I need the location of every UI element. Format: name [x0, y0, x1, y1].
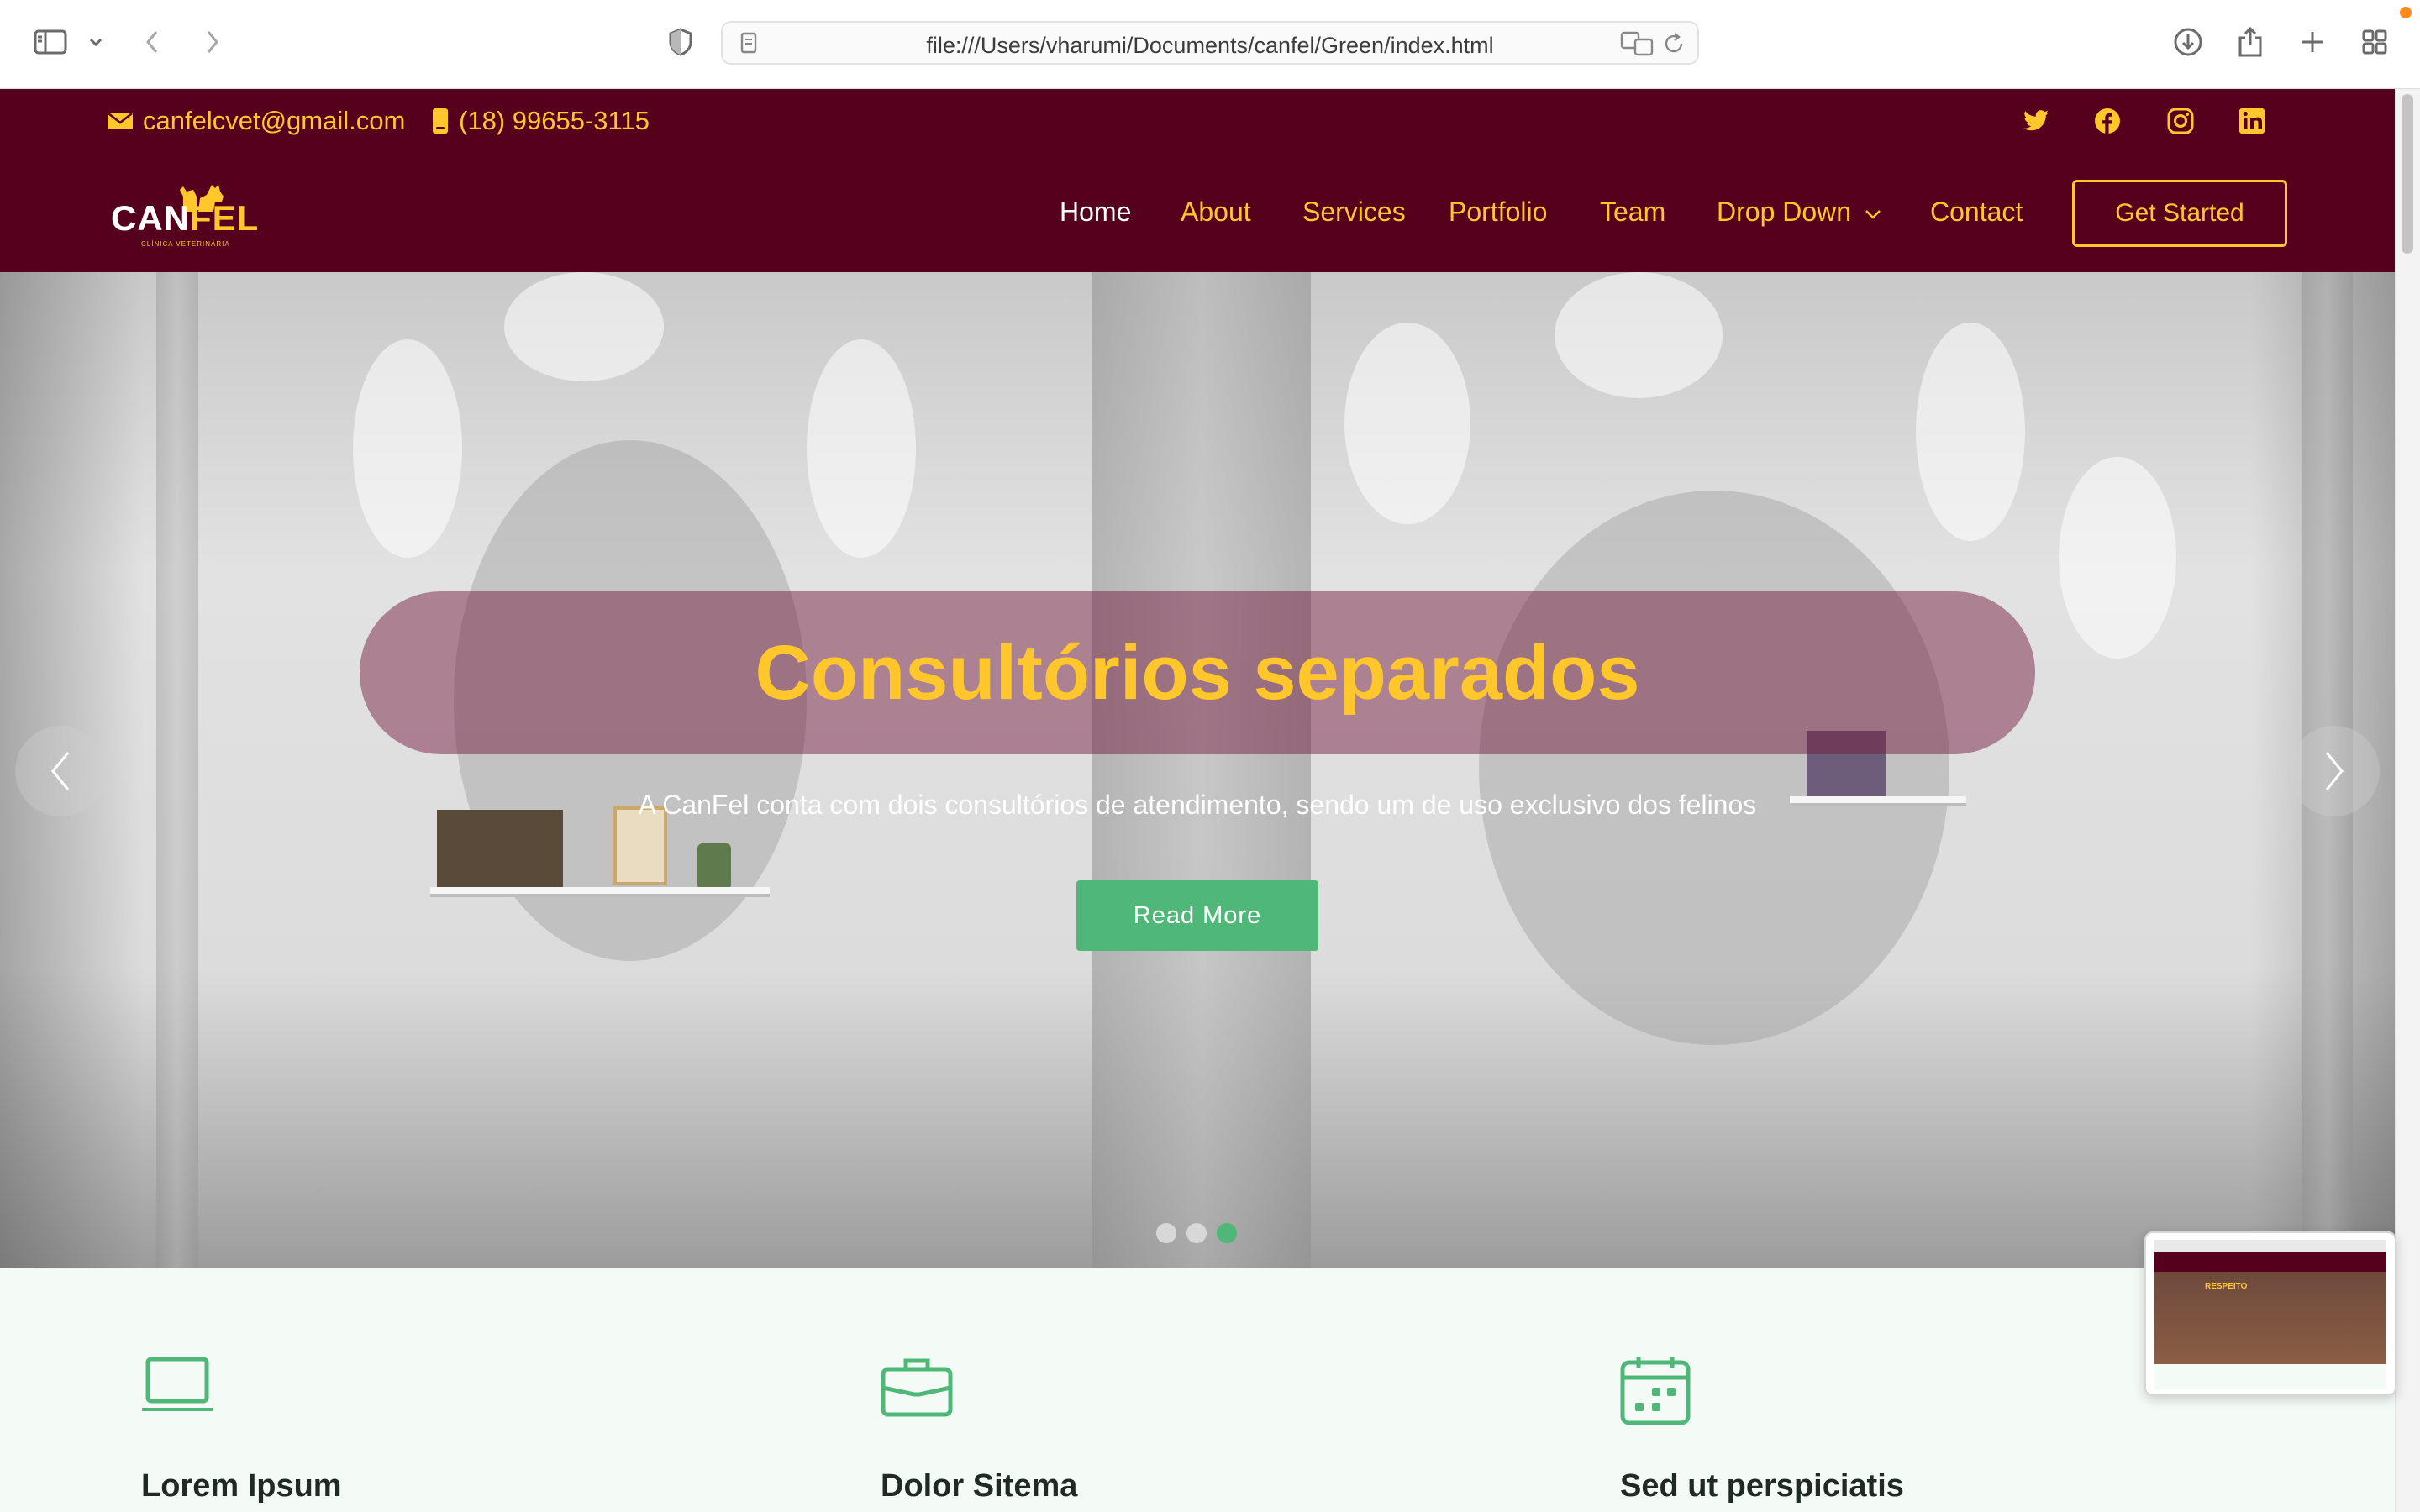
paw-print-decor [1344, 323, 1470, 524]
translate-icon[interactable] [1620, 31, 1654, 60]
tab-overview-icon[interactable] [2356, 24, 2393, 60]
logo-can: CAN [111, 198, 190, 238]
carousel-indicators [1156, 1223, 1237, 1243]
thumbnail-hero [2154, 1272, 2386, 1364]
get-started-button[interactable]: Get Started [2072, 180, 2287, 247]
carousel-dot[interactable] [1156, 1223, 1176, 1243]
chevron-left-icon [51, 752, 70, 790]
paw-print-decor [1555, 272, 1723, 398]
forward-icon[interactable] [193, 24, 230, 60]
nav-team[interactable]: Team [1600, 197, 1665, 228]
chevron-down-icon [1865, 209, 1881, 219]
site-logo[interactable]: CANFEL CLÍNICA VETERINÁRIA [108, 180, 258, 252]
new-tab-icon[interactable] [2294, 24, 2331, 60]
hero-books [437, 810, 563, 887]
topbar-email[interactable]: canfelcvet@gmail.com [108, 106, 405, 136]
nav-dropdown[interactable]: Drop Down [1717, 197, 1882, 228]
hero-description: A CanFel conta com dois consultórios de … [638, 790, 1757, 820]
carousel-prev-button[interactable] [15, 726, 106, 816]
logo-fel: FEL [190, 198, 260, 238]
hero-carousel: Consultórios separados A CanFel conta co… [0, 272, 2395, 1268]
carousel-dot-active[interactable] [1217, 1223, 1237, 1243]
carousel-dot[interactable] [1186, 1223, 1207, 1243]
logo-subtitle: CLÍNICA VETERINÁRIA [141, 240, 230, 248]
topbar-phone[interactable]: (18) 99655-3115 [432, 106, 650, 136]
features-section: Lorem Ipsum Dolor Sitema Sed ut perspici… [0, 1268, 2395, 1512]
hero-wall-edge [156, 272, 198, 1268]
reload-icon[interactable] [1662, 31, 1686, 60]
hero-door-frame [1092, 272, 1311, 1268]
chevron-right-icon [2325, 752, 2344, 790]
nav-contact[interactable]: Contact [1930, 197, 2023, 228]
paw-print-decor [1916, 323, 2025, 541]
paw-print-decor [504, 272, 664, 381]
thumbnail-footer [2154, 1364, 2386, 1389]
feature-title: Dolor Sitema [881, 1468, 1078, 1504]
nav-services[interactable]: Services [1302, 197, 1406, 228]
email-text: canfelcvet@gmail.com [143, 106, 406, 135]
phone-text: (18) 99655-3115 [459, 106, 650, 135]
carousel-next-button[interactable] [2289, 726, 2380, 816]
nav-about[interactable]: About [1181, 197, 1251, 228]
instagram-icon[interactable] [2165, 106, 2196, 136]
phone-icon [433, 108, 448, 134]
url-text: file:///Users/vharumi/Documents/canfel/G… [926, 33, 1494, 58]
browser-toolbar: file:///Users/vharumi/Documents/canfel/G… [0, 0, 2420, 89]
address-bar[interactable]: file:///Users/vharumi/Documents/canfel/G… [721, 21, 1699, 65]
envelope-icon [108, 113, 133, 129]
downloads-icon[interactable] [2170, 24, 2207, 60]
paw-print-decor [2059, 457, 2176, 659]
page-scrollbar[interactable] [2395, 89, 2420, 1512]
thumbnail-header [2154, 1252, 2386, 1272]
nav-portfolio[interactable]: Portfolio [1449, 197, 1547, 228]
twitter-icon[interactable] [2021, 106, 2051, 136]
paw-print-decor [353, 339, 462, 558]
thumbnail-caption: RESPEITO [2205, 1282, 2248, 1291]
facebook-icon[interactable] [2092, 106, 2123, 136]
read-more-button[interactable]: Read More [1076, 880, 1318, 951]
briefcase-icon [881, 1358, 953, 1417]
share-icon[interactable] [2232, 24, 2269, 60]
feature-title: Lorem Ipsum [141, 1468, 342, 1504]
scrollbar-thumb[interactable] [2402, 94, 2413, 254]
screenshot-thumbnail[interactable]: RESPEITO [2144, 1231, 2396, 1396]
hero-title: Consultórios separados [755, 629, 1640, 716]
calendar-icon [1620, 1357, 1691, 1425]
linkedin-icon[interactable] [2237, 106, 2267, 136]
hero-caption-pill: Consultórios separados [360, 591, 2035, 754]
sidebar-toggle-icon[interactable] [32, 24, 69, 60]
logo-wordmark: CANFEL [111, 198, 259, 239]
back-icon[interactable] [134, 24, 171, 60]
nav-dropdown-label: Drop Down [1717, 197, 1852, 227]
privacy-shield-icon[interactable] [662, 24, 699, 60]
feature-title: Sed ut perspiciatis [1620, 1468, 1904, 1504]
notification-dot [2400, 7, 2412, 18]
hero-plant [697, 843, 731, 887]
thumbnail-toolbar [2154, 1240, 2386, 1252]
site-header: canfelcvet@gmail.com (18) 99655-3115 CAN… [0, 89, 2395, 272]
hero-shelf [430, 887, 770, 897]
laptop-icon [142, 1357, 213, 1411]
nav-home[interactable]: Home [1060, 197, 1131, 228]
paw-print-decor [807, 339, 916, 558]
chevron-down-icon[interactable] [77, 24, 114, 60]
